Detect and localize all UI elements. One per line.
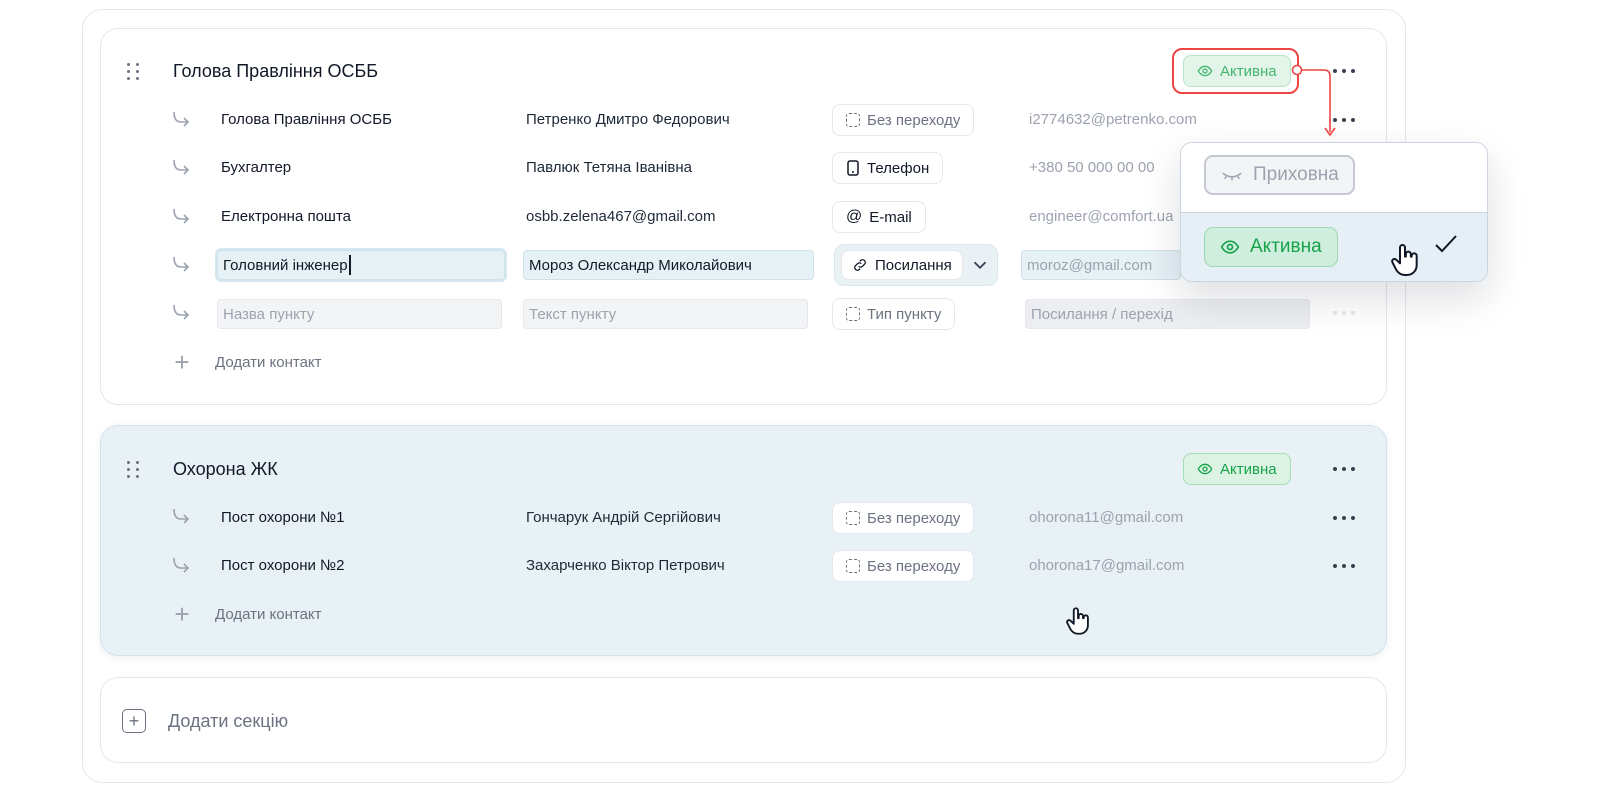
section-title: Голова Правління ОСББ xyxy=(173,61,379,81)
hidden-chip[interactable]: Приховна xyxy=(1204,155,1355,195)
row-more-icon[interactable] xyxy=(1331,508,1357,528)
row-name-input[interactable]: Головний інженер xyxy=(217,250,505,280)
row-person-input[interactable]: Мороз Олександр Миколайович xyxy=(523,250,814,280)
add-section-card[interactable]: + Додати секцію xyxy=(100,677,1387,763)
subitem-arrow-icon xyxy=(173,557,190,573)
hidden-label: Приховна xyxy=(1253,164,1339,185)
type-label: Телефон xyxy=(867,159,930,177)
type-label: Без переходу xyxy=(867,111,961,129)
new-row-person-input[interactable]: Текст пункту xyxy=(523,299,808,329)
type-label: Посилання xyxy=(875,256,952,274)
add-contact-button[interactable]: + Додати контакт xyxy=(173,599,322,629)
type-label: E-mail xyxy=(869,208,912,226)
placeholder-text: Посилання / перехід xyxy=(1031,305,1173,323)
hand-cursor-icon xyxy=(1066,607,1089,635)
placeholder-text: Текст пункту xyxy=(529,305,617,323)
type-chip[interactable]: Без переходу xyxy=(832,104,975,136)
section-more-icon[interactable] xyxy=(1331,459,1357,479)
new-row-name-input[interactable]: Назва пункту xyxy=(217,299,502,329)
active-chip[interactable]: Активна xyxy=(1204,227,1338,267)
type-label: Без переходу xyxy=(867,509,961,527)
row-link[interactable]: +380 50 000 00 00 xyxy=(1029,158,1155,178)
link-icon xyxy=(854,259,866,271)
no-link-icon xyxy=(846,559,860,573)
type-label: Без переходу xyxy=(867,557,961,575)
plus-icon: + xyxy=(174,599,190,629)
subitem-arrow-icon xyxy=(173,208,190,224)
drag-handle-icon[interactable] xyxy=(127,61,141,81)
at-icon: @ xyxy=(846,208,863,225)
active-label: Активна xyxy=(1250,236,1322,257)
status-dropdown: Приховна Активна xyxy=(1180,142,1488,282)
type-chip[interactable]: @ E-mail xyxy=(832,201,926,233)
type-chip[interactable]: Посилання xyxy=(841,250,963,280)
row-person[interactable]: Петренко Дмитро Федорович xyxy=(526,110,730,130)
row-name[interactable]: Пост охорони №2 xyxy=(221,556,344,576)
row-person[interactable]: Гончарук Андрій Сергійович xyxy=(526,508,721,528)
new-row-link-input[interactable]: Посилання / перехід xyxy=(1025,299,1310,329)
subitem-arrow-icon xyxy=(173,111,190,127)
row-name[interactable]: Голова Правління ОСББ xyxy=(221,110,392,130)
subitem-arrow-icon xyxy=(173,256,190,272)
drag-handle-icon[interactable] xyxy=(127,459,141,479)
no-link-icon xyxy=(846,307,860,321)
row-name[interactable]: Бухгалтер xyxy=(221,158,291,178)
no-link-icon xyxy=(846,511,860,525)
section-card-security: Охорона ЖК Активна Пост охорони №1 Гонча… xyxy=(100,425,1387,656)
row-name[interactable]: Пост охорони №1 xyxy=(221,508,344,528)
subitem-arrow-icon xyxy=(173,159,190,175)
eye-closed-icon xyxy=(1222,172,1242,181)
row-more-icon[interactable] xyxy=(1331,556,1357,576)
type-select[interactable]: Посилання xyxy=(834,244,998,286)
row-link[interactable]: ohorona11@gmail.com xyxy=(1029,508,1183,528)
row-person[interactable]: Захарченко Віктор Петрович xyxy=(526,556,725,576)
add-section-button[interactable]: + Додати секцію xyxy=(122,709,288,733)
chevron-down-icon[interactable] xyxy=(969,254,991,276)
type-chip[interactable]: Без переходу xyxy=(832,502,975,534)
status-option-active[interactable]: Активна xyxy=(1181,213,1487,281)
add-contact-label: Додати контакт xyxy=(215,353,322,371)
eye-icon xyxy=(1220,240,1240,254)
add-contact-button[interactable]: + Додати контакт xyxy=(173,347,322,377)
check-icon xyxy=(1435,235,1457,253)
no-link-icon xyxy=(846,113,860,127)
row-person-value: Мороз Олександр Миколайович xyxy=(529,256,752,274)
subitem-arrow-icon xyxy=(173,304,190,320)
add-contact-label: Додати контакт xyxy=(215,605,322,623)
connector-arrow xyxy=(1291,64,1336,137)
row-name[interactable]: Електронна пошта xyxy=(221,207,351,227)
row-link[interactable]: engineer@comfort.ua xyxy=(1029,207,1173,227)
eye-icon xyxy=(1197,463,1213,475)
status-badge[interactable]: Активна xyxy=(1183,453,1291,485)
hand-cursor-icon xyxy=(1391,244,1418,276)
plus-square-icon: + xyxy=(122,709,146,733)
row-more-icon[interactable] xyxy=(1331,303,1357,323)
type-label: Тип пункту xyxy=(867,305,942,323)
add-section-label: Додати секцію xyxy=(168,710,289,731)
row-link-value: moroz@gmail.com xyxy=(1027,256,1153,274)
row-person[interactable]: Павлюк Тетяна Іванівна xyxy=(526,158,692,178)
type-chip[interactable]: Без переходу xyxy=(832,550,975,582)
phone-icon xyxy=(847,160,859,176)
plus-icon: + xyxy=(174,347,190,377)
text-caret xyxy=(348,255,351,275)
row-link-input[interactable]: moroz@gmail.com xyxy=(1021,250,1181,280)
row-link[interactable]: ohorona17@gmail.com xyxy=(1029,556,1184,576)
row-person[interactable]: osbb.zelena467@gmail.com xyxy=(526,207,716,227)
placeholder-text: Назва пункту xyxy=(223,305,315,323)
subitem-arrow-icon xyxy=(173,508,190,524)
new-row-type-chip[interactable]: Тип пункту xyxy=(832,298,956,330)
status-highlight xyxy=(1172,48,1299,94)
row-name-value: Головний інженер xyxy=(223,256,348,274)
section-title: Охорона ЖК xyxy=(173,459,278,479)
row-link[interactable]: i2774632@petrenko.com xyxy=(1029,110,1197,130)
status-option-hidden[interactable]: Приховна xyxy=(1181,143,1487,213)
type-chip[interactable]: Телефон xyxy=(832,152,944,184)
status-label: Активна xyxy=(1220,460,1277,478)
